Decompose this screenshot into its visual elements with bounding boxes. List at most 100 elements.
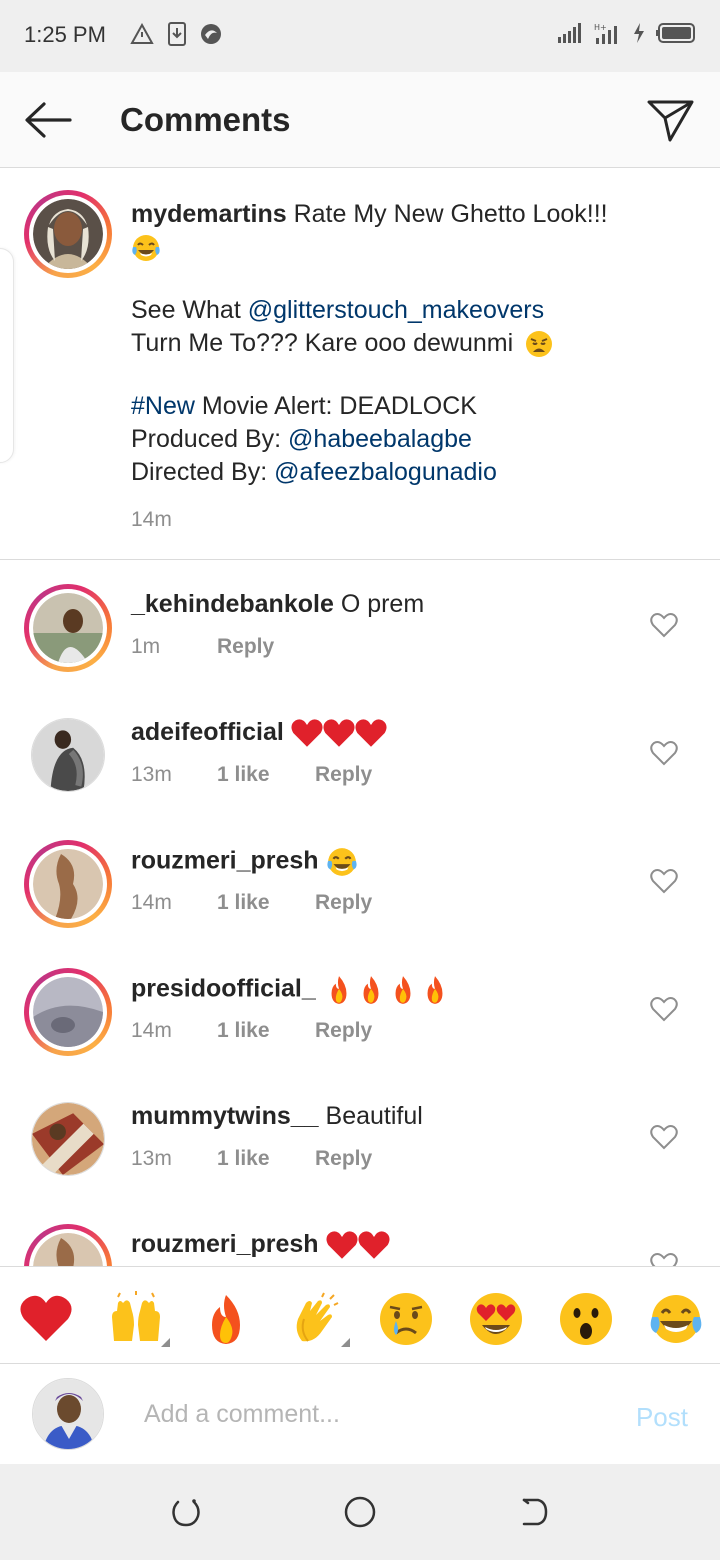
comment-username[interactable]: rouzmeri_presh [131,847,319,875]
comment-text: O prem [340,590,425,618]
comment-item: _kehindebankole O prem 1m Reply [0,560,720,688]
home-icon[interactable] [342,1494,378,1530]
avatar[interactable] [24,840,112,928]
comment-item: mummytwins__ Beautiful 13m 1 like Reply [0,1072,720,1200]
caption-line1: Rate My New Ghetto Look!!! [293,200,608,228]
app-icon [201,24,221,44]
like-count[interactable]: 1 like [217,1147,315,1171]
signal-icon [558,23,581,43]
page-title: Comments [120,101,291,138]
heart-icon [291,719,323,748]
side-handle[interactable] [0,248,14,463]
caption-text: mydemartins Rate My New Ghetto Look!!! S… [131,198,691,489]
mention-link[interactable]: @afeezbalogunadio [274,458,497,486]
avatar[interactable] [24,584,112,672]
heart-outline-icon[interactable] [650,868,678,894]
comment-time: 13m [131,1147,172,1170]
heart-outline-icon[interactable] [650,996,678,1022]
comment-time: 14m [131,1019,172,1042]
avatar[interactable] [32,1378,104,1450]
like-count[interactable]: 1 like [217,763,315,787]
reply-button[interactable]: Reply [315,1147,372,1171]
avatar[interactable] [31,718,105,792]
caption-p3-rest: Movie Alert: DEADLOCK [194,392,477,420]
heart-icon [357,1231,390,1260]
produced-label: Produced By: [131,425,289,453]
hashtag-link[interactable]: #New [131,392,195,420]
clapping-hands-button[interactable] [288,1291,350,1347]
comment-item: rouzmeri_presh 14m 1 like Reply [0,816,720,944]
crying-face-icon[interactable] [378,1291,434,1347]
reply-button[interactable]: Reply [315,1019,372,1043]
heart-eyes-icon[interactable] [468,1291,524,1347]
recents-icon[interactable] [168,1494,204,1530]
heart-outline-icon[interactable] [650,1124,678,1150]
charging-icon [634,23,644,43]
comment-time: 14m [131,891,172,914]
status-time: 1:25 PM [24,22,106,47]
user-photo [33,1379,103,1449]
mention-link[interactable]: @glitterstouch_makeovers [248,296,544,324]
reply-button[interactable]: Reply [217,635,274,659]
surprised-face-icon[interactable] [558,1291,614,1347]
heart-outline-icon[interactable] [650,1252,678,1266]
comment-username[interactable]: rouzmeri_presh [131,1230,319,1258]
comment-username[interactable]: presidoofficial_ [131,975,316,1003]
avatar[interactable] [24,1224,112,1266]
arrow-left-icon[interactable] [22,98,74,142]
post-button[interactable]: Post [636,1402,688,1433]
mention-link[interactable]: @habeebalagbe [288,425,472,453]
heart-icon [355,719,387,748]
comment-item: presidoofficial_ 14m 1 like Reply [0,944,720,1072]
weary-face-icon [526,331,553,358]
fire-icon [363,976,379,1004]
download-icon [168,22,186,46]
heart-icon [323,719,355,748]
heart-icon [325,1231,358,1260]
directed-label: Directed By: [131,458,275,486]
status-bar: 1:25 PM H+ [0,0,720,72]
comment-username[interactable]: _kehindebankole [131,590,334,618]
fire-icon[interactable] [198,1291,254,1347]
comment-input[interactable] [144,1394,584,1434]
fire-icon [331,976,347,1004]
caption-timestamp: 14m [131,508,172,531]
comment-composer: Post [0,1364,720,1464]
comment-time: 1m [131,635,161,658]
back-nav-icon[interactable] [516,1494,552,1530]
avatar[interactable] [31,1102,105,1176]
caption-p2-prefix: See What [131,296,248,324]
avatar [33,199,103,269]
heart-outline-icon[interactable] [650,740,678,766]
battery-icon [656,23,695,43]
caption-username[interactable]: mydemartins [131,200,287,228]
svg-text:H+: H+ [594,23,607,32]
like-count[interactable]: 1 like [217,891,315,915]
tears-of-joy-icon[interactable] [648,1291,704,1347]
heart-outline-icon[interactable] [650,612,678,638]
caption-p2-line2: Turn Me To??? Kare ooo dewunmi [131,329,514,357]
raised-hands-button[interactable] [108,1291,170,1347]
caption-avatar[interactable] [24,190,112,278]
comment-item: rouzmeri_presh [0,1200,720,1266]
comment-username[interactable]: adeifeofficial [131,718,284,746]
comments-header: Comments [0,72,720,168]
fire-icon [427,976,443,1004]
comment-emojis [291,718,387,748]
comment-username[interactable]: mummytwins__ [131,1102,319,1130]
warning-icon [130,23,154,44]
tears-of-joy-icon [326,848,357,876]
fire-icon [395,976,411,1004]
reply-button[interactable]: Reply [315,891,372,915]
clapping-hands-icon [296,1292,339,1342]
heart-icon[interactable] [18,1291,74,1347]
reply-button[interactable]: Reply [315,763,372,787]
comment-emojis [323,975,451,1004]
system-nav-bar [0,1464,720,1560]
comment-list: _kehindebankole O prem 1m Reply adeifeof… [0,560,720,1266]
avatar[interactable] [24,968,112,1056]
paper-plane-icon[interactable] [646,96,696,144]
comment-item: adeifeofficial 13m 1 like Reply [0,688,720,816]
like-count[interactable]: 1 like [217,1019,315,1043]
post-caption: mydemartins Rate My New Ghetto Look!!! S… [0,168,720,560]
